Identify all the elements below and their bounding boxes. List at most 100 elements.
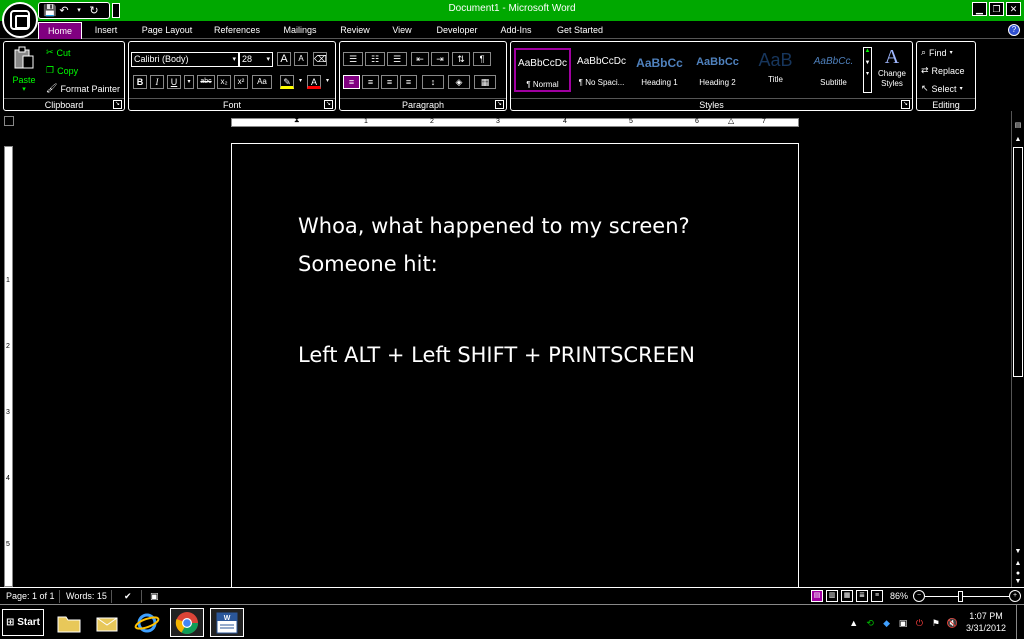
tab-home[interactable]: Home [38,22,82,39]
align-center-icon[interactable]: ≡ [362,75,379,89]
copy-button[interactable]: ❐ Copy [46,65,78,76]
numbering-icon[interactable]: ☷ [365,52,385,66]
word-count[interactable]: Words: 15 [62,590,112,603]
bold-button[interactable]: B [133,75,147,89]
decrease-indent-icon[interactable]: ⇤ [411,52,429,66]
change-case-button[interactable]: Aa [252,75,272,89]
paste-button[interactable]: Paste ▾ [10,46,38,93]
taskbar-clock[interactable]: 1:07 PM 3/31/2012 [958,610,1014,634]
undo-dropdown-icon[interactable]: ▾ [73,5,85,17]
replace-button[interactable]: ⇄ Replace [921,65,965,76]
tab-mailings[interactable]: Mailings [277,22,323,39]
draft-view-icon[interactable]: ≡ [871,590,883,602]
style-normal[interactable]: AaBbCcDc ¶ Normal [514,48,571,92]
web-layout-icon[interactable]: ▦ [841,590,853,602]
borders-icon[interactable]: ▦ [474,75,496,89]
full-screen-reading-icon[interactable]: ▥ [826,590,838,602]
start-button[interactable]: ⊞ Start [2,609,44,636]
volume-muted-icon[interactable]: 🔇 [947,617,958,629]
zoom-out-icon[interactable]: − [913,590,925,602]
bullets-icon[interactable]: ☰ [343,52,363,66]
print-layout-view-icon[interactable]: ▤ [811,590,823,602]
chrome-taskbar-button[interactable] [170,608,204,637]
styles-gallery-scroll[interactable]: ▲ ▼ ▾ [863,47,872,93]
tab-page-layout[interactable]: Page Layout [136,22,198,39]
zoom-in-icon[interactable]: + [1009,590,1021,602]
tab-get-started[interactable]: Get Started [550,22,610,39]
undo-icon[interactable]: ↶ [58,5,70,17]
show-hidden-icons-icon[interactable]: ▲ [848,617,859,629]
select-button[interactable]: ↖ Select ▾ [921,83,963,94]
left-indent-marker[interactable]: ⧗ [294,115,300,125]
chevron-down-icon[interactable]: ▾ [323,75,332,89]
style-heading-1[interactable]: AaBbCc Heading 1 [631,48,688,92]
zoom-slider[interactable] [925,596,1009,597]
tab-insert[interactable]: Insert [88,22,124,39]
ruler-toggle-button[interactable] [4,116,14,126]
office-button[interactable] [2,2,38,38]
page-count[interactable]: Page: 1 of 1 [2,590,60,603]
previous-page-icon[interactable]: ▲ [1013,559,1023,569]
help-icon[interactable]: ? [1008,24,1020,36]
font-name-dropdown[interactable]: Calibri (Body) ▾ [131,52,239,67]
macro-record-icon[interactable]: ▣ [146,590,168,603]
ruler-view-icon[interactable]: ▤ [1013,121,1023,131]
clear-formatting-icon[interactable]: ⌫ [313,52,327,66]
tab-developer[interactable]: Developer [430,22,484,39]
restore-button[interactable]: ❐ [989,2,1004,16]
internet-explorer-taskbar-button[interactable] [130,608,164,637]
minimize-button[interactable]: ▁ [972,2,987,16]
scroll-down-icon[interactable]: ▼ [1013,547,1023,557]
redo-icon[interactable]: ↻ [88,5,100,17]
network-icon[interactable]: ▣ [897,617,908,629]
show-desktop-button[interactable] [1016,605,1024,639]
grow-font-button[interactable]: A [277,52,291,66]
font-size-dropdown[interactable]: 28 ▾ [239,52,273,67]
find-button[interactable]: ⌕ Find ▾ [921,47,953,58]
align-right-icon[interactable]: ≡ [381,75,398,89]
zoom-slider-thumb[interactable] [958,591,963,602]
save-icon[interactable]: 💾 [43,5,57,17]
scrollbar-thumb[interactable] [1013,147,1023,377]
paragraph-launcher-icon[interactable]: ↘ [495,100,504,109]
style-heading-2[interactable]: AaBbCc Heading 2 [689,48,746,92]
strikethrough-button[interactable]: abc [197,75,215,89]
word-taskbar-button[interactable]: W [210,608,244,637]
justify-icon[interactable]: ≡ [400,75,417,89]
sort-icon[interactable]: ⇅ [452,52,470,66]
highlight-icon[interactable]: ✎ [280,75,294,89]
next-page-icon[interactable]: ▼ [1013,577,1023,587]
change-styles-button[interactable]: A Change Styles [873,46,911,96]
horizontal-ruler[interactable]: 1 2 3 4 5 6 7 ⧗ △ [231,115,799,127]
cut-button[interactable]: ✂ Cut [46,47,71,58]
style-title[interactable]: AaB Title [747,48,804,92]
vertical-scrollbar[interactable]: ▤ ▲ ▼ ▲ ● ▼ [1011,111,1024,587]
tab-review[interactable]: Review [336,22,374,39]
show-formatting-button[interactable]: ¶ [473,52,491,66]
superscript-button[interactable]: x² [234,75,248,89]
italic-button[interactable]: I [150,75,164,89]
mail-taskbar-button[interactable] [90,608,124,637]
multilevel-list-icon[interactable]: ☰ [387,52,407,66]
styles-launcher-icon[interactable]: ↘ [901,100,910,109]
customize-qat-button[interactable] [112,3,120,18]
connection-icon[interactable]: ◆ [881,617,892,629]
vertical-ruler[interactable]: 1 2 3 4 5 [4,146,13,587]
underline-button[interactable]: U [167,75,181,89]
action-center-icon[interactable]: ⚑ [930,617,941,629]
explorer-taskbar-button[interactable] [52,608,86,637]
tab-view[interactable]: View [386,22,418,39]
shrink-font-button[interactable]: A [294,52,308,66]
subscript-button[interactable]: x₂ [217,75,231,89]
clipboard-launcher-icon[interactable]: ↘ [113,100,122,109]
line-spacing-icon[interactable]: ↕ [422,75,444,89]
sync-icon[interactable]: ⟲ [864,617,875,629]
scroll-up-icon[interactable]: ▲ [1013,135,1023,145]
outline-view-icon[interactable]: ≣ [856,590,868,602]
power-icon[interactable]: ⏻ [914,617,925,629]
proofing-icon[interactable]: ✔ [120,590,142,603]
tab-add-ins[interactable]: Add-Ins [495,22,537,39]
increase-indent-icon[interactable]: ⇥ [431,52,449,66]
align-left-icon[interactable]: ≡ [343,75,360,89]
chevron-down-icon[interactable]: ▾ [296,75,305,89]
